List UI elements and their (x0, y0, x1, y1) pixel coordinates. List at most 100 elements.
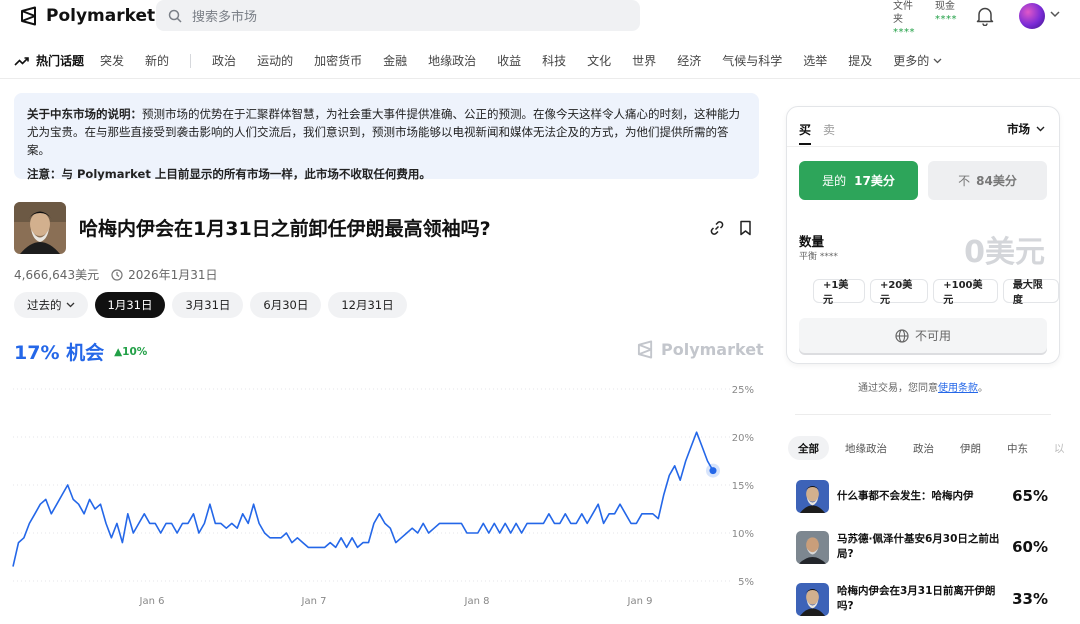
search-icon (168, 9, 182, 23)
chance-value: 17% 机会 (14, 342, 105, 364)
cash-value: **** (935, 14, 957, 25)
related-tab-all[interactable]: 全部 (788, 436, 829, 460)
chart-y-tick-label: 5% (738, 577, 754, 588)
chevron-down-icon (1036, 126, 1045, 132)
chart-y-tick-label: 20% (732, 433, 754, 444)
trade-tabs: 买 卖 (799, 121, 835, 145)
quick-amounts: +1美元 +20美元 +100美元 最大限度 (813, 279, 1059, 306)
chart-series-line (12, 431, 714, 567)
terms-link[interactable]: 使用条款 (938, 383, 978, 394)
right-divider (795, 414, 1051, 415)
related-market-title: 什么事都不会发生：哈梅内伊 (837, 489, 974, 502)
chevron-down-icon (66, 302, 74, 308)
nav-divider-line (0, 78, 1080, 79)
chevron-down-icon (933, 58, 942, 63)
related-market-pct: 65% (1012, 487, 1048, 505)
chart-y-tick-label: 15% (732, 481, 754, 492)
related-market-image (796, 530, 829, 564)
nav-item[interactable]: 世界 (632, 52, 656, 69)
portfolio-value: **** (893, 27, 915, 38)
terms-notice: 通过交易，您同意使用条款。 (858, 383, 988, 394)
market-volume: 4,666,643美元 (14, 268, 100, 282)
nav-item[interactable]: 提及 (848, 52, 872, 69)
polymarket-logo-icon (21, 6, 36, 26)
globe-icon (895, 328, 909, 343)
pill-mar31[interactable]: 3月31日 (172, 292, 244, 318)
related-tab-iran[interactable]: 伊朗 (950, 436, 991, 460)
related-tab-israel[interactable]: 以 (1044, 436, 1075, 460)
tab-buy[interactable]: 买 (799, 121, 812, 145)
max-button[interactable]: 最大限度 (1002, 279, 1059, 306)
logo-text: Polymarket (46, 6, 156, 26)
quantity-label: 数量 (799, 234, 825, 249)
date-pills: 过去的 1月31日 3月31日 6月30日 12月31日 (14, 292, 407, 318)
nav-item[interactable]: 科技 (542, 52, 566, 69)
cash-stat[interactable]: 现金 **** (935, 0, 957, 26)
bookmark-icon[interactable] (739, 220, 752, 236)
trending-icon (14, 56, 29, 66)
no-button[interactable]: 不 84美分 (928, 161, 1047, 200)
avatar[interactable] (1019, 3, 1045, 29)
price-chart[interactable]: 25% 20% 15% 10% 5% Jan 6 Jan 7 Jan 8 Jan 9 (0, 375, 770, 624)
pill-past[interactable]: 过去的 (14, 292, 88, 318)
related-tab-politics[interactable]: 政治 (903, 436, 944, 460)
pill-jun30[interactable]: 6月30日 (250, 292, 322, 318)
nav-item[interactable]: 运动的 (257, 52, 293, 69)
related-market[interactable]: 马苏德·佩泽什基安6月30日之前出局? 60% (796, 528, 1056, 566)
nav-item[interactable]: 金融 (383, 52, 407, 69)
notice-paragraph: 关于中东市场的说明：预测市场的优势在于汇聚群体智慧，为社会重大事件提供准确、公正… (27, 107, 740, 157)
pill-dec31[interactable]: 12月31日 (328, 292, 407, 318)
related-market-pct: 60% (1012, 538, 1048, 556)
nav-item[interactable]: 选举 (803, 52, 827, 69)
related-market[interactable]: 什么事都不会发生：哈梅内伊 65% (796, 477, 1056, 515)
portrait-image (796, 582, 829, 616)
unavailable-button[interactable]: 不可用 (799, 318, 1047, 353)
nav-item[interactable]: 经济 (677, 52, 701, 69)
nav-item[interactable]: 收益 (497, 52, 521, 69)
search-input[interactable]: 搜索多市场 (156, 0, 640, 31)
portrait-image (14, 202, 66, 254)
nav-divider (190, 53, 192, 68)
related-market-title: 哈梅内伊会在3月31日前离开伊朗吗? (837, 585, 996, 612)
add-20-button[interactable]: +20美元 (869, 279, 929, 306)
trade-panel: 买 卖 市场 是的 17美分 不 84美分 数量 平衡 **** 0美元 +1美… (786, 106, 1060, 364)
polymarket-logo[interactable]: Polymarket (20, 6, 155, 26)
pill-jan31[interactable]: 1月31日 (94, 292, 166, 318)
search-placeholder: 搜索多市场 (192, 10, 258, 25)
nav-item[interactable]: 文化 (587, 52, 611, 69)
related-market-image (796, 479, 829, 513)
nav-hot-topics[interactable]: 热门话题 (14, 52, 84, 69)
nav-item[interactable]: 政治 (212, 52, 236, 69)
related-tab-middle-east[interactable]: 中东 (997, 436, 1038, 460)
portfolio-stat[interactable]: 文件夹 **** (893, 0, 919, 39)
nav-item[interactable]: 加密货币 (314, 52, 362, 69)
notifications-button[interactable] (976, 6, 994, 30)
chevron-down-icon[interactable] (1050, 10, 1060, 18)
order-type-select[interactable]: 市场 (1007, 121, 1045, 137)
market-title: 哈梅内伊会在1月31日之前卸任伊朗最高领袖吗? (79, 218, 491, 240)
clock-icon (111, 268, 123, 281)
nav-item[interactable]: 新的 (145, 52, 169, 69)
related-market-image (796, 582, 829, 616)
nav-more[interactable]: 更多的 (893, 52, 942, 69)
quantity-input[interactable]: 0美元 (964, 227, 1045, 271)
market-meta: 4,666,643美元 2026年1月31日 (14, 266, 218, 283)
market-image (14, 202, 66, 254)
link-icon[interactable] (709, 220, 725, 236)
related-market[interactable]: 哈梅内伊会在3月31日前离开伊朗吗? 33% (796, 580, 1056, 618)
add-1-button[interactable]: +1美元 (813, 279, 865, 306)
tab-sell[interactable]: 卖 (823, 121, 835, 145)
cash-label: 现金 (935, 1, 955, 12)
related-tab-geopolitics[interactable]: 地缘政治 (835, 436, 897, 460)
add-100-button[interactable]: +100美元 (933, 279, 998, 306)
nav-item[interactable]: 地缘政治 (428, 52, 476, 69)
polymarket-logo-icon (637, 340, 653, 359)
yes-button[interactable]: 是的 17美分 (799, 161, 918, 200)
portrait-image (796, 530, 829, 564)
nav-item[interactable]: 气候与科学 (722, 52, 782, 69)
nav-item[interactable]: 突发 (100, 52, 124, 69)
chart-x-tick-label: Jan 6 (139, 596, 165, 607)
portfolio-label: 文件夹 (893, 1, 913, 25)
chart-x-tick-label: Jan 9 (627, 596, 653, 607)
chart-current-point (709, 467, 717, 475)
